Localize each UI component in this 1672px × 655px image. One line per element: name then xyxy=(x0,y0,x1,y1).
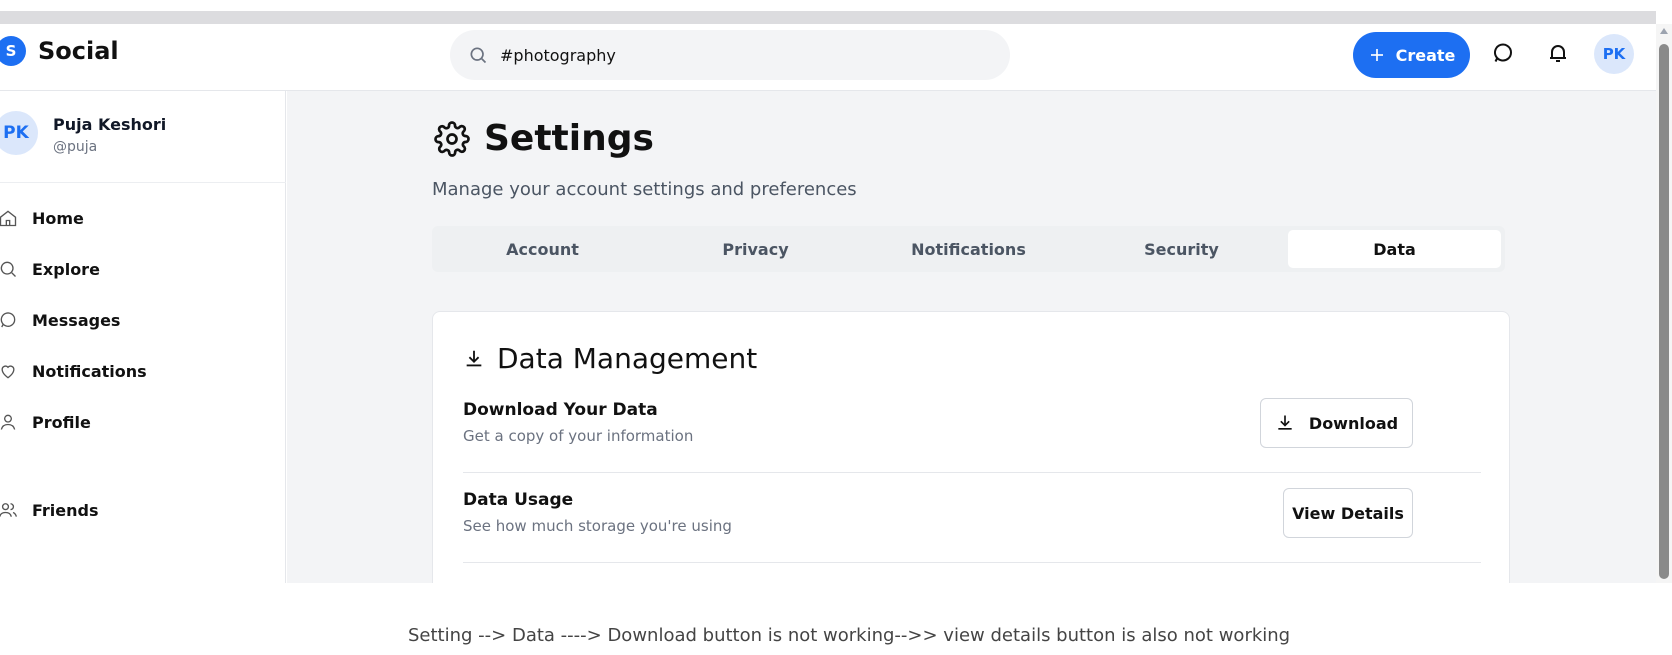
app-window: S Social Create PK PK Puja Keshori @puja… xyxy=(0,24,1656,583)
header-avatar[interactable]: PK xyxy=(1594,34,1634,74)
settings-tabs: Account Privacy Notifications Security D… xyxy=(432,226,1505,272)
row-title: Data Usage xyxy=(463,490,574,510)
sidebar-item-label: Profile xyxy=(32,412,91,432)
settings-title: Settings xyxy=(484,118,654,159)
profile-name: Puja Keshori xyxy=(53,115,167,134)
users-icon xyxy=(0,503,17,517)
heart-icon xyxy=(1,365,15,379)
download-icon xyxy=(466,350,482,366)
sidebar-item-label: Notifications xyxy=(32,361,147,381)
logo-badge[interactable]: S xyxy=(0,36,26,66)
chat-icon[interactable] xyxy=(1491,41,1515,65)
view-details-button[interactable]: View Details xyxy=(1283,488,1413,538)
sidebar-item-label: Messages xyxy=(32,310,121,330)
download-icon xyxy=(1278,415,1292,430)
settings-subtitle: Manage your account settings and prefere… xyxy=(432,179,857,200)
scroll-up-arrow[interactable] xyxy=(1660,28,1668,34)
browser-chrome-bar xyxy=(0,11,1656,24)
plus-icon xyxy=(1370,49,1383,61)
search-input[interactable] xyxy=(500,42,980,68)
top-header: S Social Create PK xyxy=(0,24,1656,91)
page-title: Settings xyxy=(434,118,654,159)
tab-data[interactable]: Data xyxy=(1288,230,1501,268)
profile-card[interactable]: PK Puja Keshori @puja xyxy=(0,91,286,183)
download-data-row: Download Your Data Get a copy of your in… xyxy=(463,398,1483,496)
search-bar[interactable] xyxy=(450,30,1010,80)
user-icon xyxy=(0,414,16,430)
divider xyxy=(463,562,1481,563)
row-title: Download Your Data xyxy=(463,400,658,420)
sidebar-item-messages[interactable]: Messages xyxy=(0,305,120,335)
profile-handle: @puja xyxy=(53,139,98,155)
message-icon xyxy=(0,312,16,328)
sidebar-item-profile[interactable]: Profile xyxy=(0,407,91,437)
search-icon xyxy=(470,47,487,64)
browser-top-strip xyxy=(0,0,1672,24)
sidebar-item-friends[interactable]: Friends xyxy=(0,495,99,525)
scrollbar[interactable] xyxy=(1656,24,1672,583)
home-icon xyxy=(0,210,17,227)
tab-privacy[interactable]: Privacy xyxy=(649,230,862,268)
tab-notifications[interactable]: Notifications xyxy=(862,230,1075,268)
download-label: Download xyxy=(1308,413,1399,433)
data-management-title: Data Management xyxy=(497,342,758,375)
avatar: PK xyxy=(0,111,38,155)
sidebar-item-home[interactable]: Home xyxy=(0,203,84,233)
bug-report-caption: Setting --> Data ----> Download button i… xyxy=(408,625,1291,646)
sidebar-item-label: Home xyxy=(32,208,84,228)
row-description: Get a copy of your information xyxy=(463,427,694,445)
tab-account[interactable]: Account xyxy=(436,230,649,268)
download-button[interactable]: Download xyxy=(1260,398,1413,448)
row-description: See how much storage you're using xyxy=(463,517,732,535)
sidebar-item-explore[interactable]: Explore xyxy=(0,254,100,284)
main-content: Settings Manage your account settings an… xyxy=(287,91,1656,583)
search-icon xyxy=(0,261,16,277)
bell-icon[interactable] xyxy=(1546,41,1570,65)
view-details-label: View Details xyxy=(1292,503,1404,523)
gear-icon xyxy=(434,120,470,157)
data-usage-row: Data Usage See how much storage you're u… xyxy=(463,488,1483,583)
create-button[interactable]: Create xyxy=(1353,32,1470,78)
divider xyxy=(463,472,1481,473)
scrollbar-thumb[interactable] xyxy=(1659,44,1669,579)
tab-security[interactable]: Security xyxy=(1075,230,1288,268)
card-title: Data Management xyxy=(463,342,757,375)
sidebar-item-label: Explore xyxy=(32,259,100,279)
sidebar: PK Puja Keshori @puja Home Explore Messa… xyxy=(0,91,286,583)
sidebar-item-notifications[interactable]: Notifications xyxy=(0,356,147,386)
app-name[interactable]: Social xyxy=(38,37,119,65)
create-label: Create xyxy=(1395,45,1456,65)
data-management-card: Data Management Download Your Data Get a… xyxy=(432,311,1510,583)
sidebar-item-label: Friends xyxy=(32,500,99,520)
